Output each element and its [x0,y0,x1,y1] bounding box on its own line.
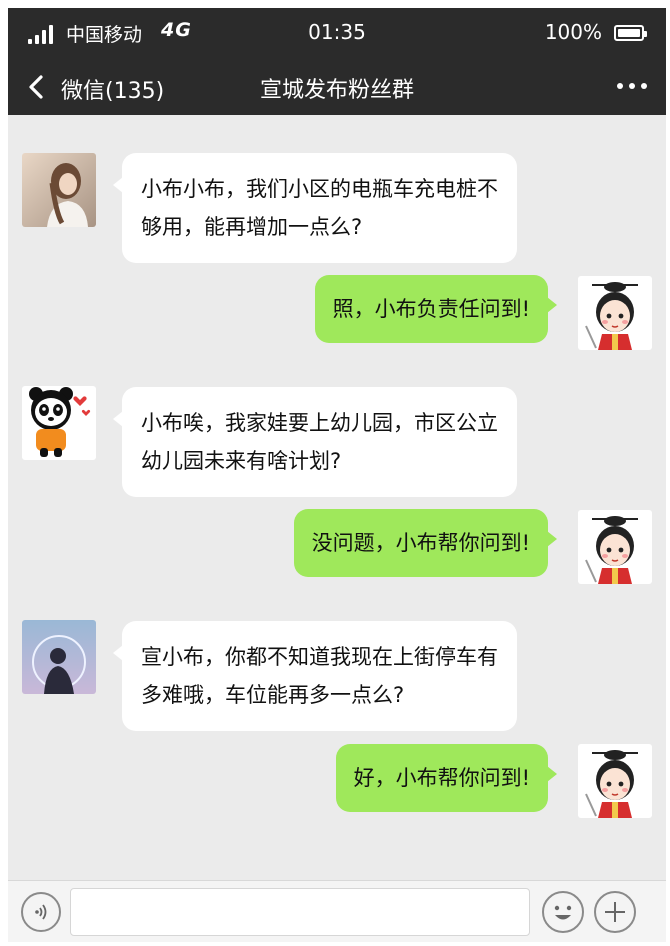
received-message-bubble[interactable]: 小布唉，我家娃要上幼儿园，市区公立幼儿园未来有啥计划? [113,387,517,497]
battery-icon [614,25,647,41]
silhouette-photo-avatar[interactable] [22,620,96,694]
received-message-bubble[interactable]: 宣小布，你都不知道我现在上街停车有多难哦，车位能再多一点么? [113,621,517,731]
sent-message-bubble[interactable]: 没问题，小布帮你问到! [293,509,558,577]
wechat-screen: 中国移动 4G 01:35 100% 微信(135) 宣城发布粉丝群 小布小布，… [8,8,666,942]
panda-cartoon-avatar[interactable] [22,386,96,460]
chat-header: 微信(135) 宣城发布粉丝群 [8,58,666,115]
sent-message-bubble[interactable]: 照，小布负责任问到! [314,275,558,343]
voice-icon[interactable] [21,892,61,932]
cartoon-mascot-avatar[interactable] [578,510,652,584]
girl-photo-avatar[interactable] [22,153,96,227]
chat-input-bar [8,880,666,942]
battery-percent: 100% [544,20,602,44]
cartoon-mascot-avatar[interactable] [578,276,652,350]
message-list[interactable]: 小布小布，我们小区的电瓶车充电桩不够用，能再增加一点么? 照，小布负责任问到! [8,115,666,880]
more-dots-icon[interactable] [612,70,652,100]
cartoon-mascot-avatar[interactable] [578,744,652,818]
received-message-bubble[interactable]: 小布小布，我们小区的电瓶车充电桩不够用，能再增加一点么? [113,153,517,263]
emoji-icon[interactable] [542,891,584,933]
plus-icon[interactable] [594,891,636,933]
message-input[interactable] [70,888,530,936]
chat-title: 宣城发布粉丝群 [259,78,414,103]
status-bar: 中国移动 4G 01:35 100% [8,8,666,58]
sent-message-bubble[interactable]: 好，小布帮你问到! [335,744,558,812]
